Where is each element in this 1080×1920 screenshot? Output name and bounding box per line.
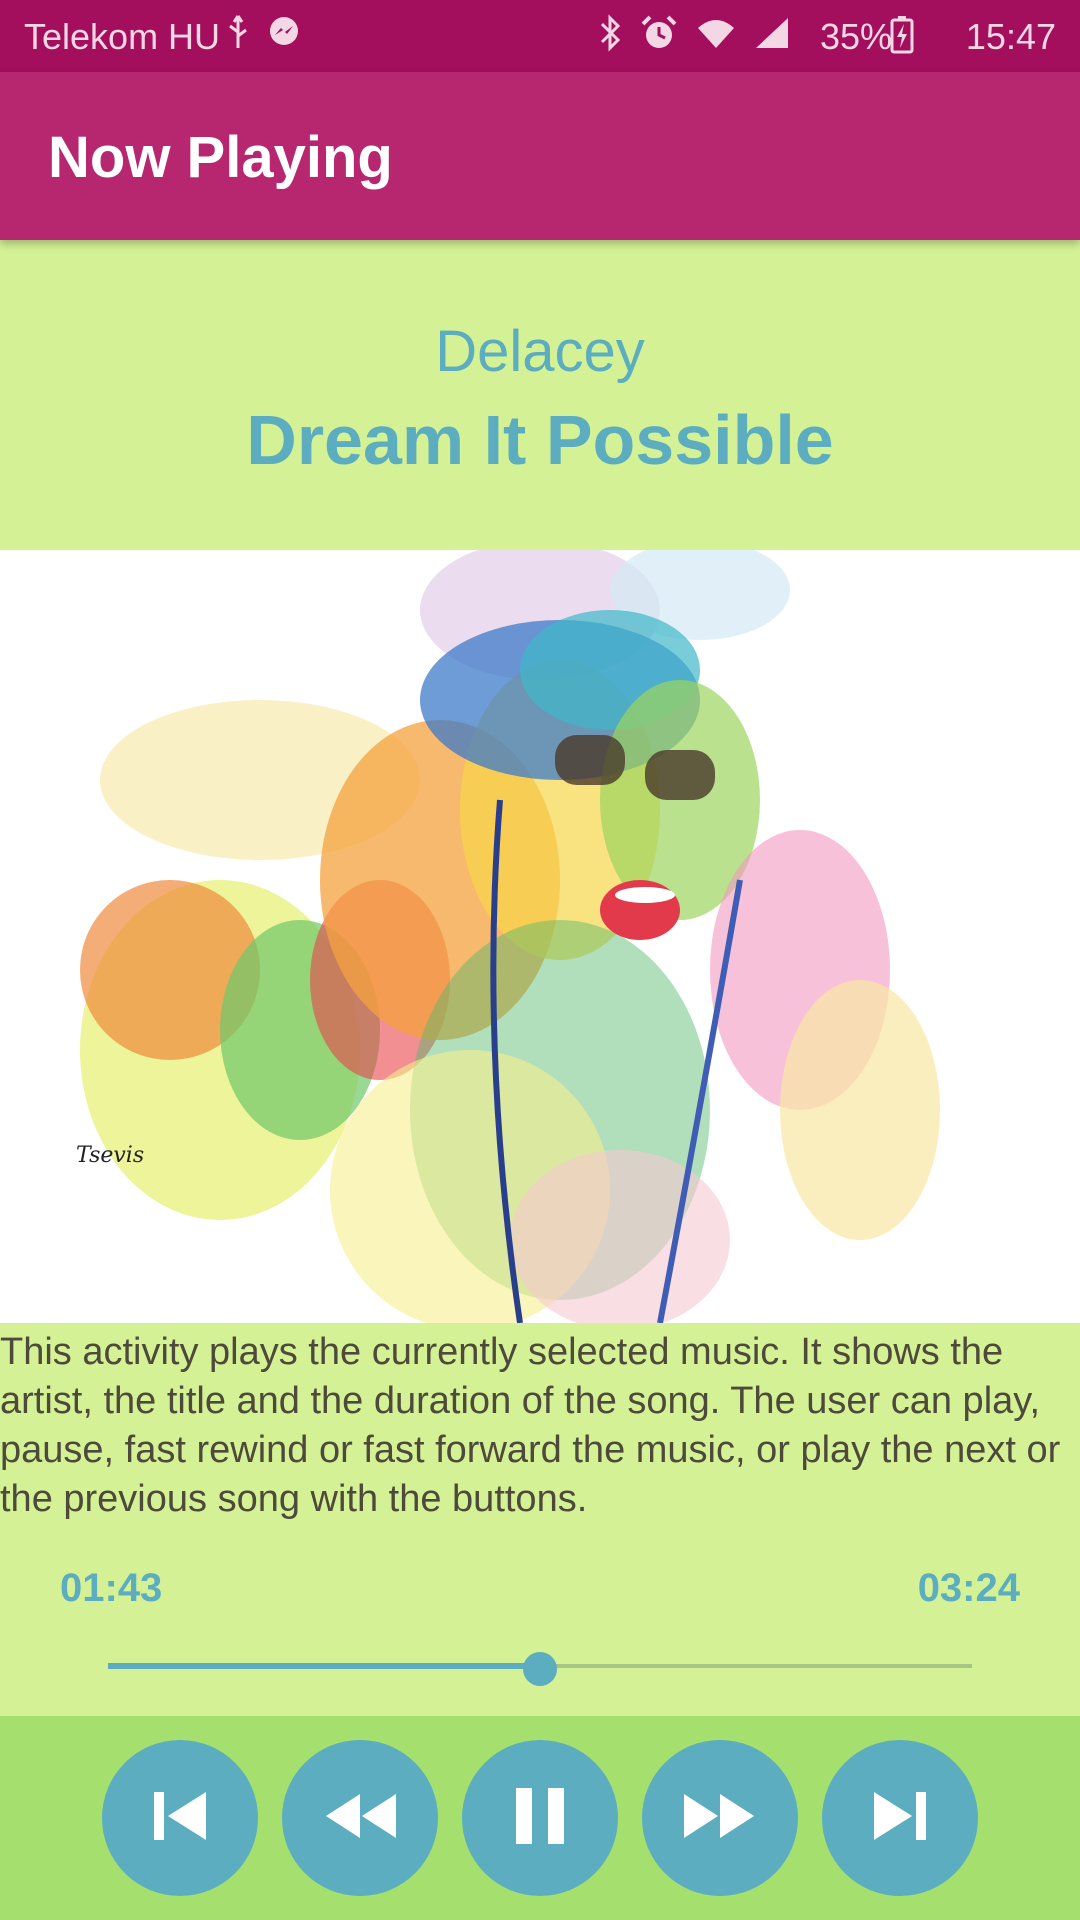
song-header: Delacey Dream It Possible <box>0 240 1080 550</box>
total-duration: 03:24 <box>917 1566 1020 1610</box>
fast-forward-button[interactable] <box>642 1740 798 1896</box>
status-bar: Telekom HU 35% 15:47 <box>0 0 1080 72</box>
app-bar: Now Playing <box>0 72 1080 240</box>
fast-forward-icon <box>680 1776 760 1861</box>
clock: 15:47 <box>965 16 1056 57</box>
next-icon <box>860 1776 940 1861</box>
seek-bar[interactable] <box>108 1652 972 1686</box>
album-art: Tsevis <box>0 550 1080 1323</box>
messenger-icon <box>267 15 301 58</box>
song-title: Dream It Possible <box>246 401 834 479</box>
previous-icon <box>140 1776 220 1861</box>
seek-progress <box>108 1663 540 1669</box>
bluetooth-icon <box>598 14 622 61</box>
carrier-name: Telekom HU <box>24 16 221 57</box>
pause-button[interactable] <box>462 1740 618 1896</box>
usb-icon <box>225 14 251 59</box>
artist-name: Delacey <box>435 319 645 384</box>
svg-text:Tsevis: Tsevis <box>76 1143 144 1168</box>
playback-controls <box>0 1716 1080 1920</box>
pause-icon <box>500 1776 580 1861</box>
seek-thumb[interactable] <box>523 1652 557 1686</box>
next-button[interactable] <box>822 1740 978 1896</box>
rewind-button[interactable] <box>282 1740 438 1896</box>
current-time: 01:43 <box>60 1566 163 1610</box>
wifi-icon <box>696 16 736 59</box>
battery-percentage: 35% <box>820 16 893 57</box>
page-title: Now Playing <box>48 125 393 190</box>
battery-charging-icon <box>890 16 914 63</box>
alarm-icon <box>640 14 678 61</box>
previous-button[interactable] <box>102 1740 258 1896</box>
rewind-icon <box>320 1776 400 1861</box>
signal-icon <box>754 16 790 59</box>
description-text: This activity plays the currently select… <box>0 1331 1061 1520</box>
